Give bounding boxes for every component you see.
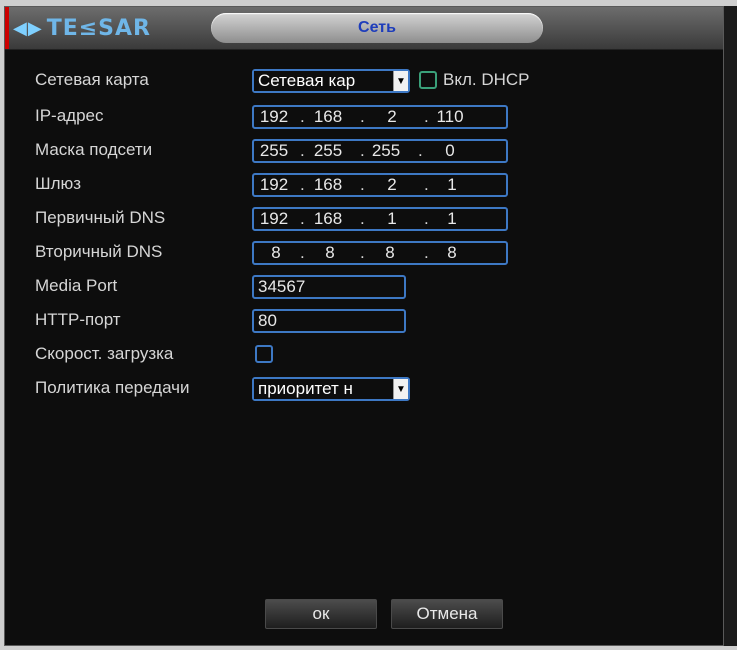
dns1-separator: . xyxy=(360,209,365,228)
chevron-down-icon[interactable]: ▼ xyxy=(393,71,408,91)
gateway-octet-3[interactable]: 2 xyxy=(372,175,412,195)
window-edge-accent xyxy=(5,7,9,49)
dns1-octet-4[interactable]: 1 xyxy=(432,209,472,229)
cancel-button[interactable]: Отмена xyxy=(391,599,503,629)
media-port-field[interactable]: 34567 xyxy=(252,275,406,299)
network-card-label: Сетевая карта xyxy=(35,70,149,89)
gateway-separator: . xyxy=(360,175,365,194)
mask-octet-2[interactable]: 255 xyxy=(308,141,348,161)
ip-octet-4[interactable]: 110 xyxy=(430,107,470,127)
ip-address-label: IP-адрес xyxy=(35,106,104,125)
dns2-separator: . xyxy=(300,243,305,262)
ip-separator: . xyxy=(300,107,305,126)
brand-logo: ◀▶ TE≤SAR xyxy=(13,15,151,41)
gateway-octet-2[interactable]: 168 xyxy=(308,175,348,195)
subnet-mask-label: Маска подсети xyxy=(35,140,153,159)
http-port-field[interactable]: 80 xyxy=(252,309,406,333)
network-card-select[interactable]: Сетевая кар ▼ xyxy=(252,69,410,93)
mask-octet-3[interactable]: 255 xyxy=(366,141,406,161)
logo-arrows-icon: ◀▶ xyxy=(13,17,43,38)
ip-octet-3[interactable]: 2 xyxy=(372,107,412,127)
gateway-separator: . xyxy=(300,175,305,194)
chevron-down-icon[interactable]: ▼ xyxy=(393,379,408,399)
ip-address-field[interactable]: 192 . 168 . 2 . 110 xyxy=(252,105,508,129)
gateway-field[interactable]: 192 . 168 . 2 . 1 xyxy=(252,173,508,197)
secondary-dns-label: Вторичный DNS xyxy=(35,242,163,261)
ok-button[interactable]: ок xyxy=(265,599,377,629)
ip-separator: . xyxy=(360,107,365,126)
transmission-policy-select[interactable]: приоритет н ▼ xyxy=(252,377,410,401)
dns1-octet-2[interactable]: 168 xyxy=(308,209,348,229)
dns1-separator: . xyxy=(300,209,305,228)
media-port-label: Media Port xyxy=(35,276,118,295)
dns2-octet-4[interactable]: 8 xyxy=(432,243,472,263)
dns2-octet-1[interactable]: 8 xyxy=(258,243,294,263)
gateway-octet-1[interactable]: 192 xyxy=(256,175,292,195)
dns2-separator: . xyxy=(424,243,429,262)
dns1-octet-1[interactable]: 192 xyxy=(256,209,292,229)
ip-octet-2[interactable]: 168 xyxy=(308,107,348,127)
network-settings-window: ◀▶ TE≤SAR Сеть Сетевая карта Сетевая кар… xyxy=(4,6,724,646)
window-title: Сеть xyxy=(358,19,396,36)
window-title-pill: Сеть xyxy=(211,13,543,43)
fast-download-label: Скорост. загрузка xyxy=(35,344,174,363)
primary-dns-label: Первичный DNS xyxy=(35,208,166,227)
primary-dns-field[interactable]: 192 . 168 . 1 . 1 xyxy=(252,207,508,231)
dns2-octet-3[interactable]: 8 xyxy=(370,243,410,263)
subnet-mask-field[interactable]: 255 . 255 . 255 . 0 xyxy=(252,139,508,163)
logo-text: TE≤SAR xyxy=(46,15,151,41)
mask-separator: . xyxy=(360,141,365,160)
dns2-separator: . xyxy=(360,243,365,262)
fast-download-checkbox[interactable] xyxy=(255,345,273,363)
secondary-dns-field[interactable]: 8 . 8 . 8 . 8 xyxy=(252,241,508,265)
dhcp-label: Вкл. DHCP xyxy=(443,70,530,89)
gateway-separator: . xyxy=(424,175,429,194)
dns1-octet-3[interactable]: 1 xyxy=(372,209,412,229)
mask-octet-4[interactable]: 0 xyxy=(430,141,470,161)
mask-octet-1[interactable]: 255 xyxy=(256,141,292,161)
dns1-separator: . xyxy=(424,209,429,228)
ip-separator: . xyxy=(424,107,429,126)
network-card-value: Сетевая кар xyxy=(254,71,393,91)
mask-separator: . xyxy=(418,141,423,160)
dhcp-checkbox[interactable] xyxy=(419,71,437,89)
right-edge-strip xyxy=(724,6,737,646)
transmission-policy-label: Политика передачи xyxy=(35,378,190,397)
dns2-octet-2[interactable]: 8 xyxy=(310,243,350,263)
http-port-label: HTTP-порт xyxy=(35,310,121,329)
mask-separator: . xyxy=(300,141,305,160)
transmission-policy-value: приоритет н xyxy=(254,379,393,399)
title-bar: ◀▶ TE≤SAR Сеть xyxy=(5,7,723,50)
gateway-label: Шлюз xyxy=(35,174,82,193)
gateway-octet-4[interactable]: 1 xyxy=(432,175,472,195)
ip-octet-1[interactable]: 192 xyxy=(256,107,292,127)
